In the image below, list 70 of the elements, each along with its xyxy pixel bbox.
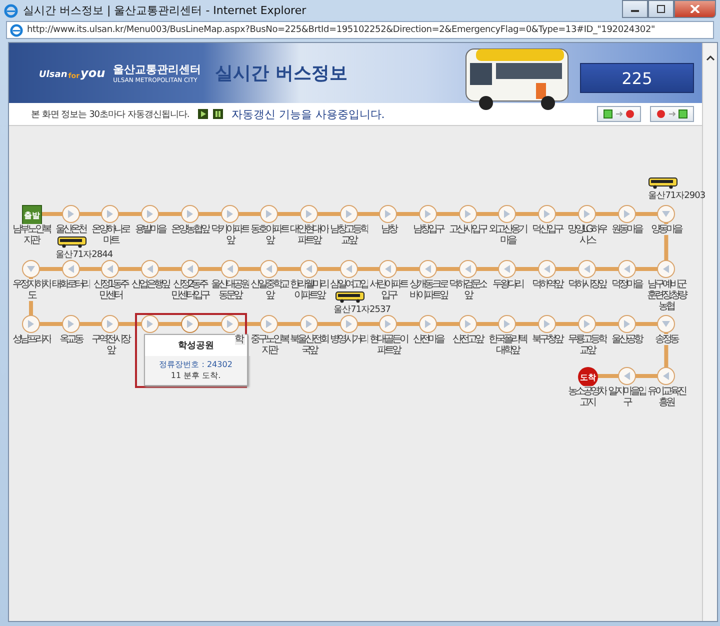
logo-text: you <box>80 66 106 80</box>
stop-name: 덕키아파트앞 <box>210 224 250 246</box>
bus-icon[interactable] <box>334 290 365 303</box>
stop-name: 울산공항 <box>606 334 646 345</box>
start-marker[interactable]: 출발 <box>22 205 42 225</box>
maximize-button[interactable] <box>648 0 674 18</box>
stop-name: 농소공영차고지 <box>566 386 607 408</box>
stop-name: 상개동크로바이파트앞 <box>408 279 448 301</box>
organization-name: 울산교통관리센터 <box>113 62 202 77</box>
start-to-end-button[interactable] <box>597 106 641 122</box>
stop-name: 신정2동주민센터입구 <box>170 279 210 301</box>
stop-name: 학 <box>234 334 244 345</box>
stop-name: 삼일여고입 <box>328 279 369 290</box>
minimize-button[interactable] <box>622 0 648 18</box>
stop-name: 유이교육진흥원 <box>646 386 686 408</box>
stop-name: 덕하검문소앞 <box>448 279 488 301</box>
stop-name: 덕하시장앞 <box>566 279 607 290</box>
end-to-start-button[interactable] <box>650 106 694 122</box>
stop-name: 북울산전회국앞 <box>288 334 329 356</box>
stop-name: 구역전시장앞 <box>90 334 130 356</box>
stop-name: 한라웰미리이파트앞 <box>288 279 329 301</box>
stop-name: 온양하나로마트 <box>90 224 130 246</box>
stop-name: 우정지하차도 <box>11 279 51 301</box>
scroll-up-icon[interactable] <box>706 55 714 61</box>
stop-name: 병영시거리 <box>328 334 369 345</box>
page-title: 실시간 버스정보 <box>215 62 348 85</box>
stop-name: 태화로터리 <box>50 279 91 290</box>
stop-name: 남창고등학교앞 <box>328 224 369 246</box>
stop-name: 산업은행앞 <box>130 279 170 290</box>
play-icon[interactable] <box>198 109 208 119</box>
stop-name: 울산대공원동문앞 <box>210 279 250 301</box>
browser-icon <box>10 24 23 36</box>
end-marker[interactable]: 도착 <box>578 367 598 387</box>
logo-text: Ulsan <box>39 70 68 80</box>
close-icon <box>690 5 700 13</box>
close-button[interactable] <box>674 0 716 18</box>
stop-name: 덕정마을 <box>606 279 646 290</box>
address-field[interactable]: http://www.its.ulsan.kr/Menu003/BusLineMap.aspx?BusNo=225&BrtId=195102252&Direction=2&EmergencyFlag=0&Type=13#ID_"192024302" <box>6 21 714 39</box>
pause-icon[interactable] <box>213 109 224 119</box>
refresh-notice: 본 화면 정보는 30초마다 자동갱신됩니다. <box>31 108 190 120</box>
stop-name: 대안현대아파트앞 <box>288 224 329 246</box>
stop-name: 온양농협앞 <box>170 224 210 235</box>
stop-name: 신일중학교앞 <box>249 279 290 301</box>
bus-icon[interactable] <box>56 235 87 248</box>
stop-name: 한국폴리텍대학앞 <box>487 334 528 356</box>
stop-name: 외고산옹기마을 <box>487 224 528 246</box>
stop-name: 북구청앞 <box>527 334 568 345</box>
refresh-status: 자동갱신 기능을 사용중입니다. <box>231 106 385 122</box>
stop-name: 서린아파트입구 <box>368 279 408 301</box>
stop-name: 고산사입구 <box>448 224 488 235</box>
stop-name: 일지마을입구 <box>606 386 646 408</box>
bus-plate-number: 울산71자2844 <box>56 249 113 261</box>
stop-name: 남구예비군훈련장,청량농협 <box>646 279 686 312</box>
stop-name: 무룡고등학교앞 <box>566 334 607 356</box>
bus-plate-number: 울산71자2903 <box>648 190 706 202</box>
stop-name: 동호아파트앞 <box>249 224 290 246</box>
window-title: 실시간 버스정보 | 울산교통관리센터 - Internet Explorer <box>23 3 306 18</box>
stop-name: 현대골든이파트앞 <box>368 334 408 356</box>
bus-icon[interactable] <box>648 176 678 189</box>
stop-name: 남부노인복지관 <box>11 224 51 246</box>
stop-name: 망양LG하우시스 <box>566 224 607 246</box>
route-number: 225 <box>580 63 694 93</box>
browser-icon <box>4 4 18 18</box>
bus-plate-number: 울산71자2537 <box>334 304 390 316</box>
stop-name: 중구노인복지관 <box>249 334 290 356</box>
stop-name: 성남프라자 <box>11 334 51 345</box>
stop-number: 정류장번호 : 24302 <box>158 359 234 370</box>
stop-name: 원동마을 <box>606 224 646 235</box>
maximize-icon <box>656 5 666 13</box>
arrival-time: 11 분후 도착. <box>170 370 222 381</box>
